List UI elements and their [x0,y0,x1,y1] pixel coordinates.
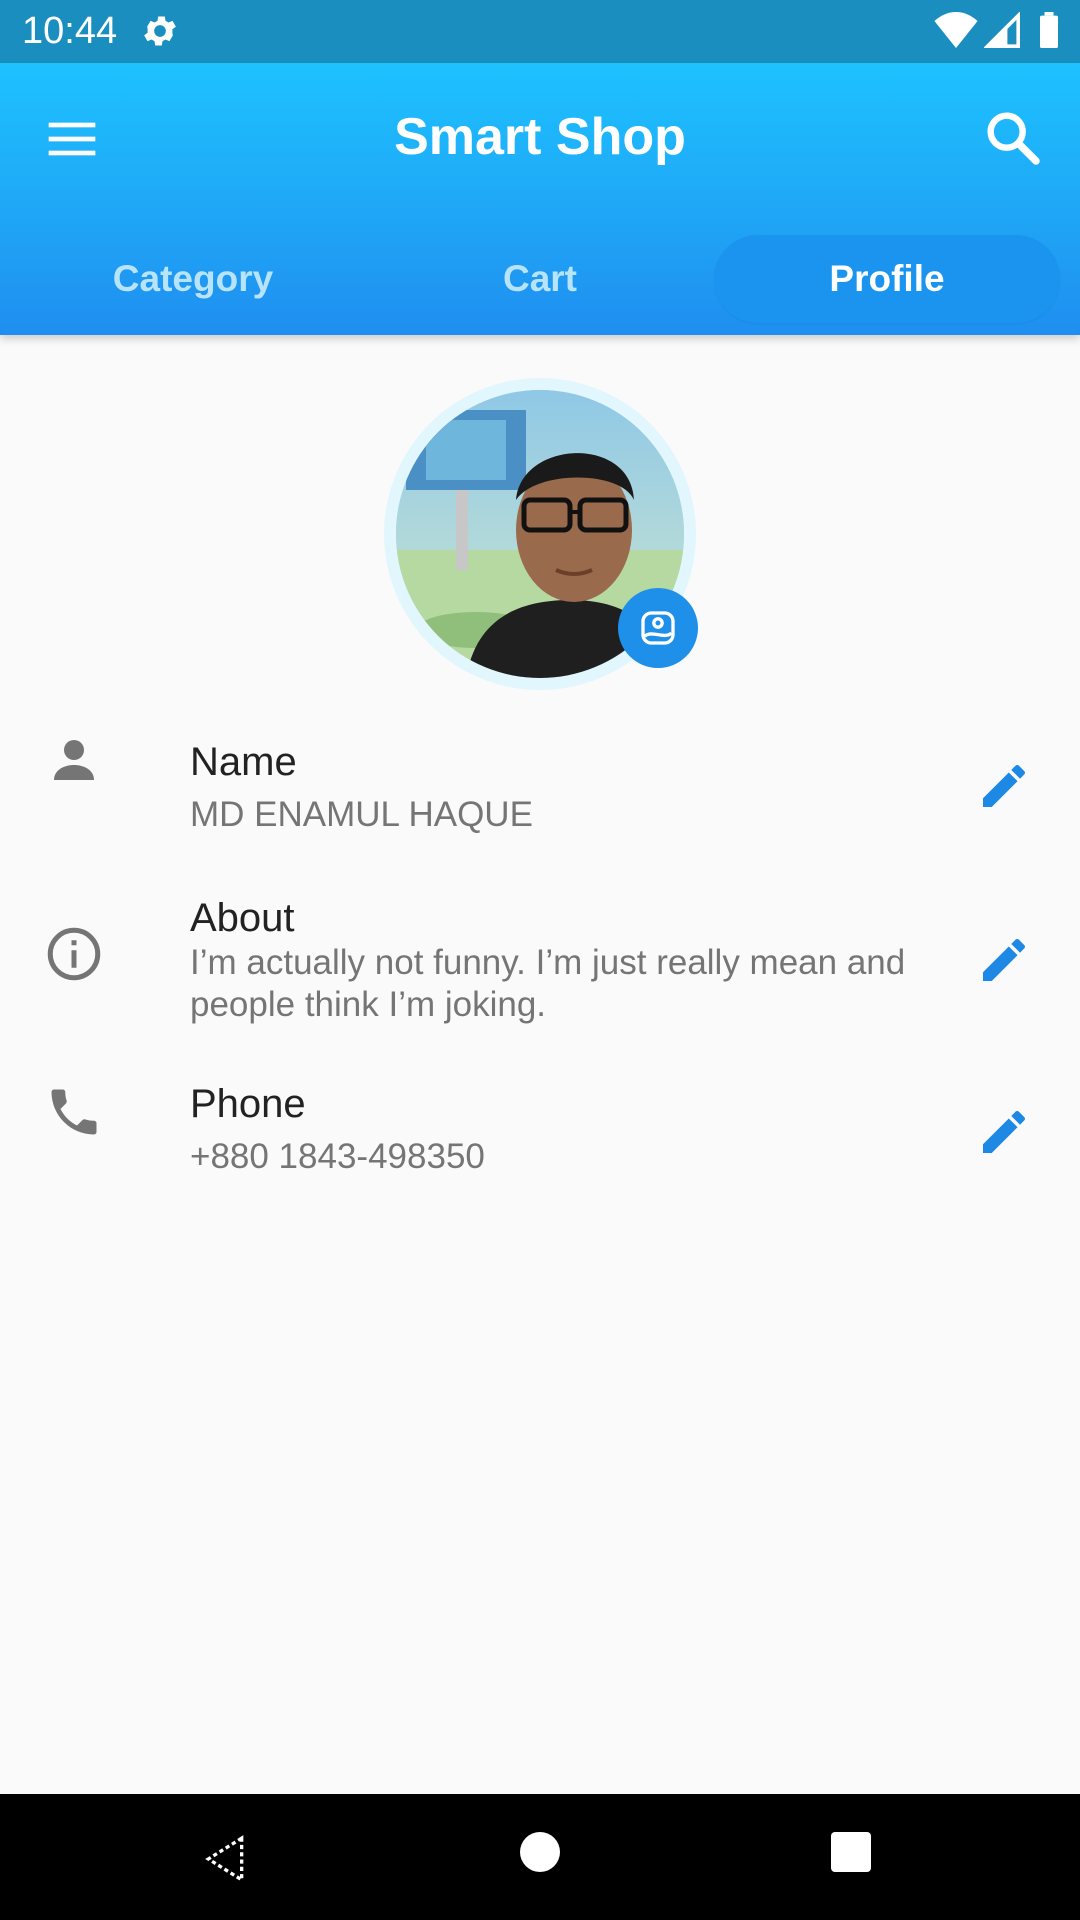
phone-icon [51,1089,97,1135]
gear-icon [144,16,176,46]
back-icon[interactable] [200,1834,250,1884]
image-edit-icon [641,611,675,645]
app-bar: Smart Shop Category Cart Profile [0,63,1080,335]
pencil-edit-icon[interactable] [976,758,1032,814]
person-icon [54,740,94,780]
tab-bar: Category Cart Profile [0,223,1080,323]
tab-category[interactable]: Category [20,235,366,323]
row-label: Phone [190,1082,306,1126]
profile-row-phone: Phone +880 1843-498350 [0,1078,1080,1198]
system-nav-bar [0,1794,1080,1920]
recents-icon[interactable] [831,1832,871,1872]
pencil-edit-icon[interactable] [976,932,1032,988]
tab-cart[interactable]: Cart [367,235,713,323]
info-icon [47,927,101,981]
search-icon[interactable] [980,105,1044,169]
avatar-edit-button[interactable] [618,588,698,668]
tab-profile[interactable]: Profile [714,235,1060,323]
pencil-edit-icon[interactable] [976,1104,1032,1160]
row-value: I’m actually not funny. I’m just really … [190,943,906,1024]
status-time: 10:44 [22,10,118,52]
profile-row-name: Name MD ENAMUL HAQUE [0,730,1080,870]
row-label: About [190,896,295,940]
wifi-icon [934,12,978,48]
battery-icon [1040,12,1058,48]
row-label: Name [190,740,297,784]
row-value: MD ENAMUL HAQUE [190,795,533,834]
profile-row-about: About I’m actually not funny. I’m just r… [0,888,1080,1038]
app-title: Smart Shop [394,108,686,166]
status-bar: 10:44 [0,0,1080,63]
home-icon[interactable] [520,1832,560,1872]
signal-icon [984,12,1020,48]
row-value: +880 1843-498350 [190,1137,485,1176]
